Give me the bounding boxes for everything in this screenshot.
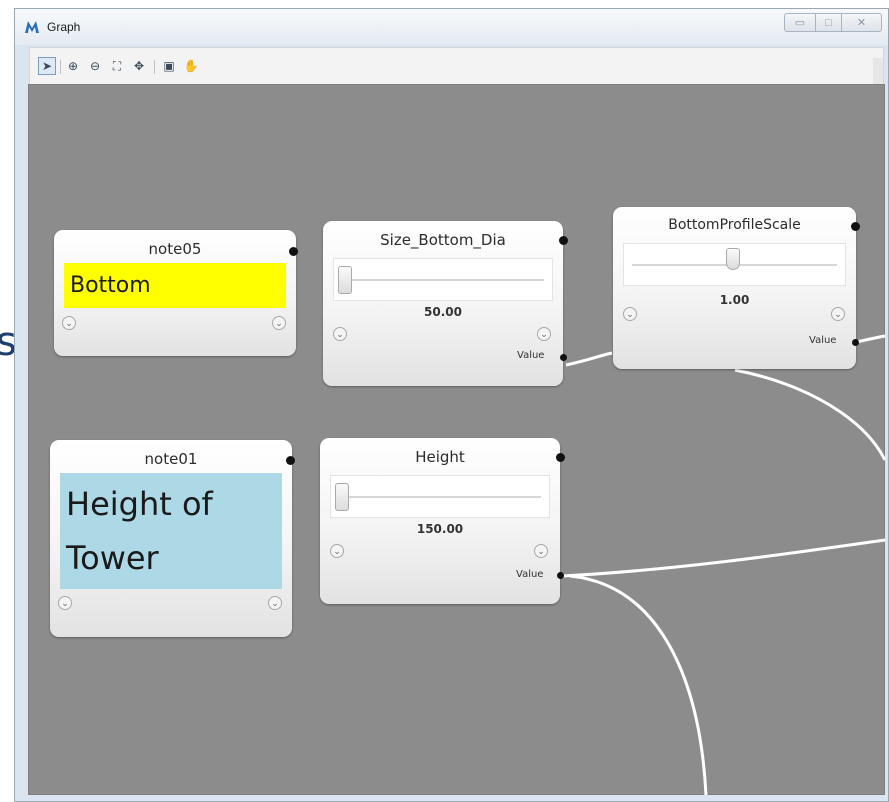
title-bar[interactable]: Graph ▭ □ ✕ xyxy=(15,9,888,45)
fit-view-icon: ⛶ xyxy=(112,58,122,73)
note-node-note01[interactable]: note01 Height of Tower ⌄ ⌄ xyxy=(50,440,295,637)
fit-view-button[interactable]: ⛶ xyxy=(108,57,126,75)
toolbar-separator xyxy=(60,60,61,74)
slider-thumb[interactable] xyxy=(335,483,349,511)
hand-icon: ✋ xyxy=(183,59,199,73)
output-port[interactable] xyxy=(289,247,298,256)
slider-value: 50.00 xyxy=(424,305,462,319)
expand-chevron-icon[interactable]: ⌄ xyxy=(333,327,347,341)
expand-chevron-icon[interactable]: ⌄ xyxy=(272,316,286,330)
pan-arrows-icon: ✥ xyxy=(133,59,145,73)
node-title: Height xyxy=(415,448,465,466)
value-output-port[interactable] xyxy=(560,354,567,361)
number-slider[interactable] xyxy=(330,475,550,518)
slider-node-bottom-profile-scale[interactable]: BottomProfileScale 1.00 ⌄ ⌄ Value xyxy=(613,207,860,369)
slider-node-height[interactable]: Height 150.00 ⌄ ⌄ Value xyxy=(320,438,565,604)
window-title: Graph xyxy=(47,20,81,34)
close-button[interactable]: ✕ xyxy=(842,13,882,32)
expand-chevron-icon[interactable]: ⌄ xyxy=(534,544,548,558)
value-port-label: Value xyxy=(809,335,837,346)
value-port-label: Value xyxy=(516,569,544,580)
slider-track xyxy=(339,496,541,498)
expand-chevron-icon[interactable]: ⌄ xyxy=(537,327,551,341)
close-icon: ✕ xyxy=(856,17,867,29)
expand-chevron-icon[interactable]: ⌄ xyxy=(268,596,282,610)
expand-chevron-icon[interactable]: ⌄ xyxy=(62,316,76,330)
value-port-label: Value xyxy=(517,350,545,361)
pan-button[interactable]: ✥ xyxy=(130,57,148,75)
input-port[interactable] xyxy=(851,222,860,231)
zoom-in-button[interactable]: ⊕ xyxy=(64,57,82,75)
node-title: BottomProfileScale xyxy=(668,217,801,233)
select-tool-icon: ➤ xyxy=(41,59,53,73)
expand-chevron-icon[interactable]: ⌄ xyxy=(330,544,344,558)
maximize-button[interactable]: □ xyxy=(816,13,842,32)
app-logo-icon xyxy=(25,21,39,33)
input-port[interactable] xyxy=(556,453,565,462)
minimize-icon: ▭ xyxy=(794,17,806,29)
output-port[interactable] xyxy=(286,456,295,465)
note-text[interactable]: Height of Tower xyxy=(60,473,282,589)
window-controls: ▭ □ ✕ xyxy=(784,13,882,33)
slider-thumb[interactable] xyxy=(338,266,352,294)
toolbar-scrollbar[interactable] xyxy=(873,58,883,84)
expand-chevron-icon[interactable]: ⌄ xyxy=(58,596,72,610)
hand-tool-button[interactable]: ✋ xyxy=(182,57,200,75)
number-slider[interactable] xyxy=(333,258,553,301)
slider-value: 150.00 xyxy=(416,522,464,536)
slider-value: 1.00 xyxy=(719,293,750,307)
expand-chevron-icon[interactable]: ⌄ xyxy=(831,307,845,321)
toolbar: ➤ ⊕ ⊖ ⛶ ✥ ▣ ✋ xyxy=(29,47,884,85)
node-title: note05 xyxy=(148,240,202,258)
expand-chevron-icon[interactable]: ⌄ xyxy=(623,307,637,321)
input-port[interactable] xyxy=(559,236,568,245)
select-tool-button[interactable]: ➤ xyxy=(38,57,56,75)
maximize-icon: □ xyxy=(825,16,832,29)
minimize-button[interactable]: ▭ xyxy=(784,13,816,32)
zoom-in-icon: ⊕ xyxy=(67,59,79,73)
node-title: note01 xyxy=(144,450,198,468)
slider-track xyxy=(342,279,544,281)
number-slider[interactable] xyxy=(623,243,846,286)
slider-node-size-bottom-dia[interactable]: Size_Bottom_Dia 50.00 ⌄ ⌄ Value xyxy=(323,221,568,386)
toolbar-separator xyxy=(154,60,155,74)
zoom-out-icon: ⊖ xyxy=(89,59,101,73)
note-text[interactable]: Bottom xyxy=(64,263,286,308)
node-title: Size_Bottom_Dia xyxy=(380,231,506,249)
zoom-out-button[interactable]: ⊖ xyxy=(86,57,104,75)
snapshot-icon: ▣ xyxy=(163,59,175,73)
value-output-port[interactable] xyxy=(852,339,859,346)
snapshot-button[interactable]: ▣ xyxy=(160,57,178,75)
note-node-note05[interactable]: note05 Bottom ⌄ ⌄ xyxy=(54,230,298,356)
slider-thumb[interactable] xyxy=(726,248,740,270)
value-output-port[interactable] xyxy=(557,572,564,579)
